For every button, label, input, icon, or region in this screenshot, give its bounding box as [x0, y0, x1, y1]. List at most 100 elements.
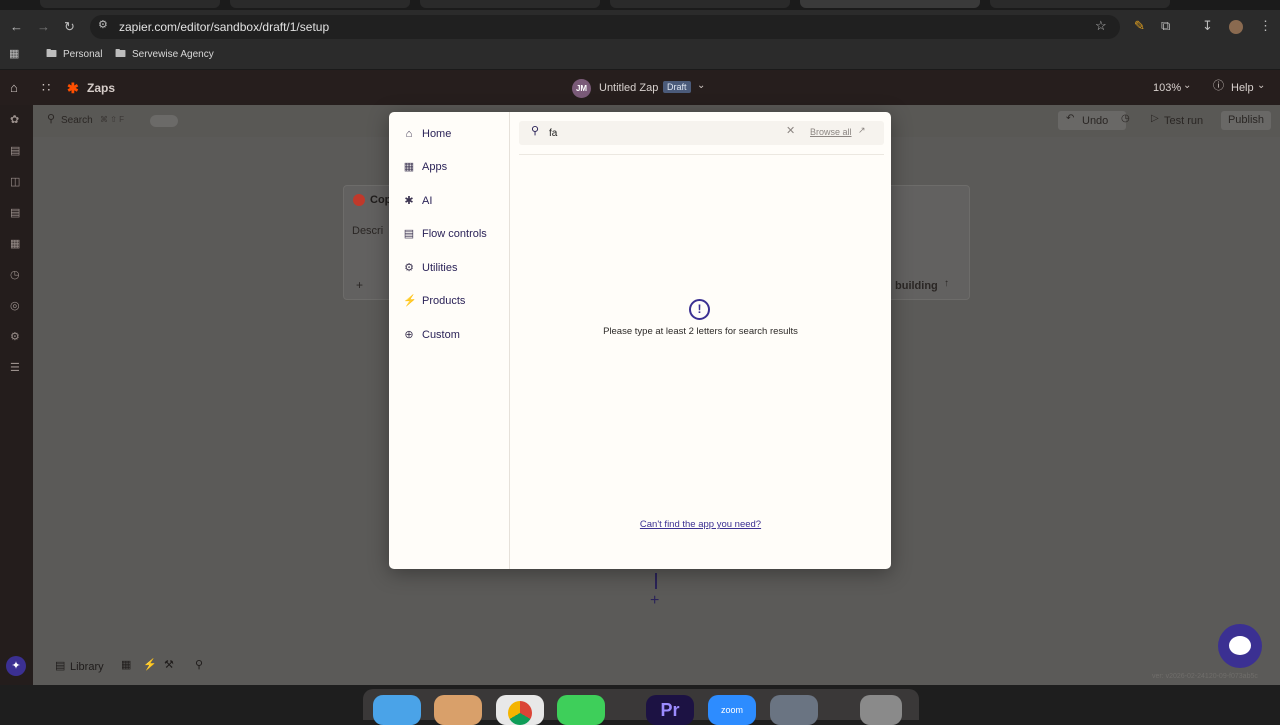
library-icon: ▤ [55, 660, 66, 672]
library-button[interactable]: Library [70, 661, 104, 673]
chrome-app-icon[interactable] [496, 695, 544, 725]
site-settings-icon[interactable]: ⚙ [98, 20, 108, 31]
folder-icon: 🖿 [46, 48, 57, 60]
pencil-extension-icon[interactable]: ✎ [1134, 19, 1145, 32]
custom-icon: ⊕ [404, 328, 414, 341]
bookmark-folder-servewise[interactable]: 🖿 Servewise Agency [115, 49, 214, 61]
building-label: building [895, 280, 938, 292]
download-icon[interactable]: ↧ [1202, 19, 1213, 32]
publish-button[interactable]: Publish [1221, 111, 1271, 130]
apps-grid-icon[interactable]: ▦ [9, 49, 19, 60]
apps-icon: ▦ [403, 160, 415, 173]
chevron-down-icon[interactable]: ⌄ [1257, 81, 1265, 91]
premiere-app-icon[interactable]: Pr [646, 695, 694, 725]
search-icon: ⚲ [47, 113, 56, 125]
forward-icon[interactable]: → [37, 20, 50, 33]
home-icon: ⌂ [405, 127, 413, 140]
nav-item-flow-controls[interactable]: ▤ Flow controls [403, 228, 487, 240]
status-badge: Draft [663, 81, 691, 93]
plus-icon[interactable]: + [356, 279, 363, 291]
left-sidebar: ✿ ▤ ◫ ▤ ▦ ◷ ◎ ⚙ ☰ ✦ [0, 105, 33, 685]
chat-button[interactable] [1218, 624, 1262, 668]
nav-label: Utilities [422, 262, 458, 274]
chevron-down-icon[interactable]: ⌄ [697, 81, 705, 91]
reload-icon[interactable]: ↻ [64, 20, 75, 33]
trash-icon[interactable] [860, 695, 902, 725]
sidebar-zaps-icon[interactable]: ✿ [10, 115, 19, 126]
nav-label: Products [422, 295, 466, 307]
nav-item-custom[interactable]: ⊕ Custom [403, 329, 460, 341]
finder-app-icon[interactable] [373, 695, 421, 725]
warning-icon: ! [689, 299, 710, 320]
browser-menu-icon[interactable]: ⋮ [1259, 19, 1272, 32]
browser-tab[interactable] [610, 0, 790, 8]
help-link[interactable]: Help [1231, 82, 1254, 94]
nav-item-products[interactable]: ⚡ Products [403, 295, 465, 307]
card-icon [353, 194, 365, 206]
sidebar-notes-icon[interactable]: ▤ [10, 208, 20, 219]
extensions-icon[interactable]: ⧉ [1161, 19, 1170, 32]
home-icon[interactable]: ⌂ [10, 81, 18, 94]
zoom-app-icon[interactable]: zoom [708, 695, 756, 725]
search-icon[interactable]: ⚲ [195, 660, 203, 671]
modal-nav: ⌂ Home ▦ Apps ✱ AI ▤ Flow controls ⚙ Utilitie… [389, 112, 510, 569]
undo-icon: ↶ [1066, 113, 1075, 124]
nav-item-apps[interactable]: ▦ Apps [403, 161, 447, 173]
bookmark-label: Servewise Agency [132, 49, 214, 60]
sidebar-settings-icon[interactable]: ⚙ [10, 332, 20, 343]
browser-tab[interactable] [230, 0, 410, 8]
app-search-box[interactable]: ⚲ ✕ Browse all ↗ [519, 121, 884, 145]
browser-tab[interactable] [420, 0, 600, 8]
app-switcher-icon[interactable]: ∷ [42, 81, 50, 94]
browser-tab-strip [0, 0, 1280, 10]
nav-label: Apps [422, 161, 448, 173]
tools-icon[interactable]: ⚒ [164, 660, 174, 671]
zoom-level[interactable]: 103% [1153, 82, 1181, 94]
sidebar-document-icon[interactable]: ◫ [10, 177, 20, 188]
quicktime-app-icon[interactable] [770, 695, 818, 725]
ai-icon: ✱ [404, 194, 414, 207]
nav-item-utilities[interactable]: ⚙ Utilities [403, 262, 457, 274]
clear-search-icon[interactable]: ✕ [786, 126, 795, 137]
app-search-input[interactable] [549, 126, 769, 140]
nav-label: Flow controls [422, 228, 487, 240]
browser-tab-active[interactable] [800, 0, 980, 8]
flow-controls-icon: ▤ [403, 227, 415, 240]
nav-label: Home [422, 128, 452, 140]
app-search-modal: ⌂ Home ▦ Apps ✱ AI ▤ Flow controls ⚙ Utilitie… [389, 112, 891, 569]
test-run-button[interactable]: Test run [1164, 115, 1203, 127]
browser-tab[interactable] [990, 0, 1170, 8]
apps-icon[interactable]: ▦ [121, 660, 131, 671]
search-button[interactable]: Search [61, 115, 93, 126]
browse-all-link[interactable]: Browse all [810, 127, 852, 137]
messages-app-icon[interactable] [557, 695, 605, 725]
bookmark-folder-personal[interactable]: 🖿 Personal [46, 48, 102, 61]
sidebar-history-icon[interactable]: ◷ [10, 270, 20, 281]
arrow-up-icon: ↑ [944, 278, 949, 289]
cant-find-app-link[interactable]: Can't find the app you need? [510, 519, 891, 530]
sidebar-calendar-icon[interactable]: ▦ [10, 239, 20, 250]
profile-avatar[interactable] [1229, 20, 1243, 34]
add-step-plus-icon[interactable]: + [650, 592, 659, 610]
zaps-link[interactable]: Zaps [87, 81, 115, 95]
url-text[interactable]: zapier.com/editor/sandbox/draft/1/setup [119, 20, 329, 34]
browser-tab[interactable] [40, 0, 220, 8]
nav-item-ai[interactable]: ✱ AI [403, 195, 432, 207]
sidebar-activity-icon[interactable]: ◎ [10, 301, 20, 312]
bookmark-star-icon[interactable]: ☆ [1095, 19, 1107, 32]
zap-title[interactable]: Untitled Zap [599, 82, 658, 94]
back-icon[interactable]: ← [10, 20, 23, 33]
bolt-icon[interactable]: ⚡ [143, 660, 157, 671]
sidebar-folder-icon[interactable]: ▤ [10, 146, 20, 157]
help-icon[interactable]: ⓘ [1213, 81, 1224, 92]
redo-icon[interactable]: ◷ [1121, 114, 1130, 124]
nav-label: Custom [422, 329, 460, 341]
launchpad-app-icon[interactable] [434, 695, 482, 725]
copilot-icon[interactable]: ✦ [6, 656, 26, 676]
chevron-down-icon[interactable]: ⌄ [1183, 81, 1191, 91]
products-icon: ⚡ [403, 294, 417, 307]
version-text: ver: v2026-02-24120-09-f073ab5c [1152, 673, 1258, 680]
toggle-switch[interactable] [150, 115, 178, 127]
sidebar-list-icon[interactable]: ☰ [10, 363, 20, 374]
nav-item-home[interactable]: ⌂ Home [403, 127, 452, 140]
